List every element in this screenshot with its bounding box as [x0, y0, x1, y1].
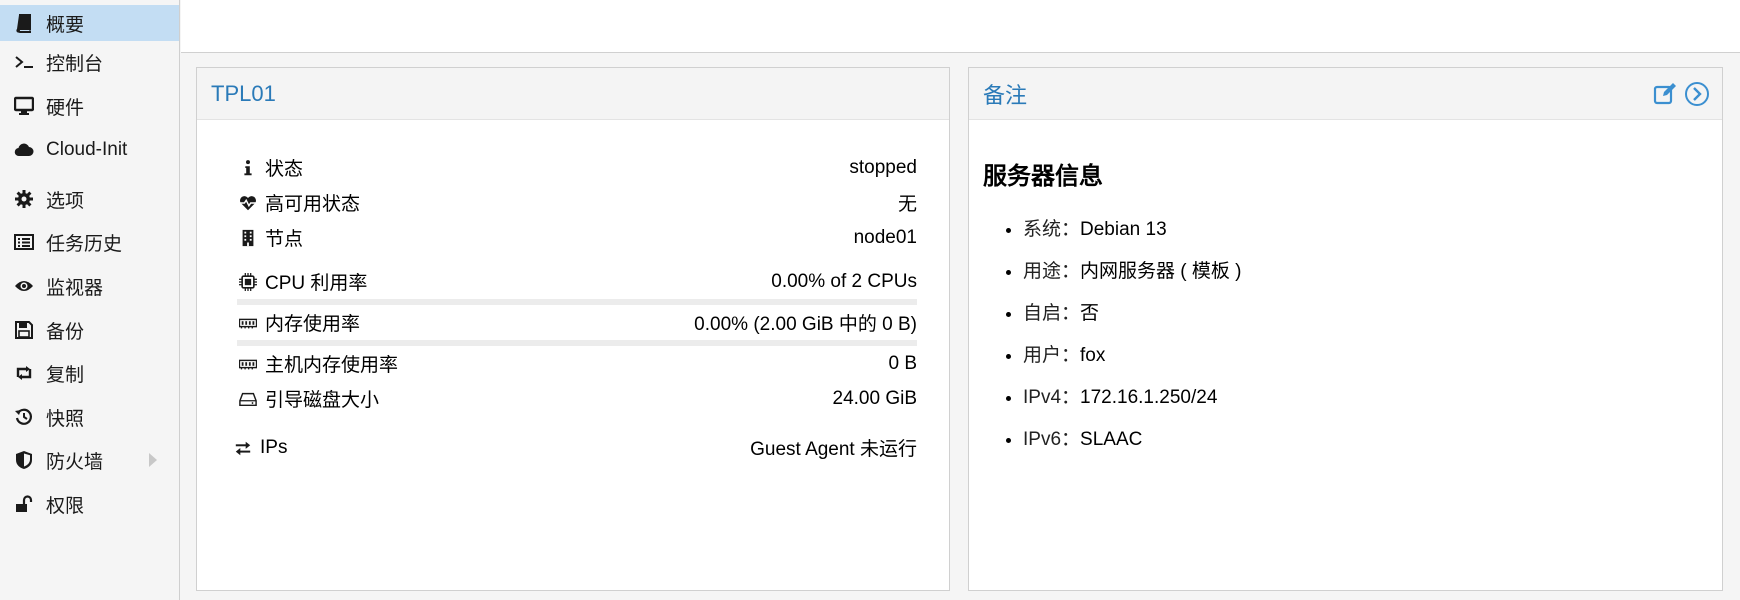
memory-value: 0.00% (2.00 GiB 中的 0 B): [694, 314, 917, 335]
status-row-cpu: CPU 利用率 0.00% of 2 CPUs: [237, 264, 917, 299]
hdd-icon: [237, 389, 259, 409]
notes-list: 系统：Debian 13 用途：内网服务器 ( 模板 ) 自启：否 用户：fox…: [983, 209, 1242, 461]
status-row-node: 节点 node01: [237, 220, 917, 255]
node-label: 节点: [265, 229, 304, 250]
list-item: 系统：Debian 13: [1023, 209, 1242, 251]
boot-disk-label: 引导磁盘大小: [265, 390, 380, 411]
floppy-icon: [12, 320, 36, 340]
sidebar-item-backup[interactable]: 备份: [0, 312, 179, 348]
sidebar: 概要 控制台 硬件 Cloud-Init 选项 任务历史 监视器 备份 复制 快…: [0, 0, 180, 600]
status-panel-header: TPL01: [197, 68, 949, 120]
notes-panel-title: 备注: [983, 82, 1028, 108]
sidebar-item-label: Cloud-Init: [46, 139, 128, 160]
gear-icon: [12, 189, 36, 209]
status-table: 状态 stopped 高可用状态 无 节点 node01 CPU 利用率 0.0…: [235, 150, 917, 465]
exchange-icon: [232, 438, 254, 458]
notes-panel-header: 备注: [969, 68, 1722, 120]
heartbeat-icon: [237, 193, 259, 213]
host-memory-label: 主机内存使用率: [265, 355, 399, 376]
notes-panel: 备注 服务器信息 系统：Debian 13 用途：内网服务器 ( 模板 ) 自启…: [968, 67, 1723, 591]
notes-heading: 服务器信息: [983, 163, 1103, 190]
main-content: TPL01 状态 stopped 高可用状态 无 节点 node01 CPU 利…: [181, 53, 1740, 600]
edit-icon[interactable]: [1652, 81, 1678, 107]
notes-content: 服务器信息 系统：Debian 13 用途：内网服务器 ( 模板 ) 自启：否 …: [983, 156, 1242, 461]
cloud-icon: [12, 140, 36, 160]
sidebar-item-cloudinit[interactable]: Cloud-Init: [0, 132, 179, 168]
sidebar-item-label: 选项: [46, 190, 85, 212]
ha-state-value: 无: [897, 194, 917, 215]
sidebar-item-label: 复制: [46, 364, 85, 386]
sidebar-item-permissions[interactable]: 权限: [0, 486, 179, 522]
status-value: stopped: [849, 156, 917, 178]
cpu-icon: [237, 272, 259, 292]
host-memory-value: 0 B: [888, 352, 917, 374]
ips-label: IPs: [260, 436, 288, 458]
status-row-state: 状态 stopped: [237, 150, 917, 185]
list-icon: [12, 232, 36, 252]
sidebar-item-snapshots[interactable]: 快照: [0, 399, 179, 435]
sidebar-item-label: 备份: [46, 321, 85, 343]
sidebar-item-label: 监视器: [46, 277, 104, 299]
sidebar-item-replication[interactable]: 复制: [0, 355, 179, 391]
sidebar-item-label: 任务历史: [46, 233, 123, 255]
shield-icon: [12, 450, 36, 470]
book-icon: [12, 13, 36, 33]
memory-icon: [237, 354, 259, 374]
chevron-right-circle-icon[interactable]: [1684, 81, 1710, 107]
info-icon: [237, 158, 259, 178]
history-icon: [12, 407, 36, 427]
list-item: IPv6：SLAAC: [1023, 419, 1242, 461]
sidebar-item-monitor[interactable]: 监视器: [0, 268, 179, 304]
submenu-arrow-icon[interactable]: [149, 453, 157, 467]
status-row-ips: IPs Guest Agent 未运行: [232, 430, 917, 465]
status-panel-title: TPL01: [211, 80, 276, 106]
list-item: 用户：fox: [1023, 335, 1242, 377]
retweet-icon: [12, 363, 36, 383]
ips-value: Guest Agent 未运行: [750, 439, 917, 460]
list-item: IPv4：172.16.1.250/24: [1023, 377, 1242, 419]
terminal-icon: [12, 52, 36, 72]
monitor-icon: [12, 96, 36, 116]
list-item: 用途：内网服务器 ( 模板 ): [1023, 251, 1242, 293]
ha-state-label: 高可用状态: [265, 194, 361, 215]
unlock-icon: [12, 494, 36, 514]
status-row-boot-disk: 引导磁盘大小 24.00 GiB: [237, 381, 917, 416]
sidebar-item-label: 控制台: [46, 53, 104, 75]
sidebar-item-label: 概要: [46, 14, 85, 36]
memory-icon: [237, 313, 259, 333]
list-item: 自启：否: [1023, 293, 1242, 335]
status-row-memory: 内存使用率 0.00% (2.00 GiB 中的 0 B): [237, 305, 917, 340]
building-icon: [237, 228, 259, 248]
sidebar-item-options[interactable]: 选项: [0, 181, 179, 217]
sidebar-item-console[interactable]: 控制台: [0, 44, 179, 80]
sidebar-item-label: 快照: [46, 408, 85, 430]
sidebar-item-label: 防火墙: [46, 451, 104, 473]
sidebar-item-firewall[interactable]: 防火墙: [0, 442, 179, 478]
sidebar-item-label: 权限: [46, 495, 85, 517]
sidebar-item-task-history[interactable]: 任务历史: [0, 224, 179, 260]
eye-icon: [12, 276, 36, 296]
sidebar-item-label: 硬件: [46, 97, 85, 119]
top-toolbar: [181, 0, 1740, 53]
node-value: node01: [853, 226, 917, 248]
status-label: 状态: [265, 159, 304, 180]
memory-label: 内存使用率: [265, 314, 361, 335]
cpu-value: 0.00% of 2 CPUs: [771, 270, 917, 292]
cpu-label: CPU 利用率: [265, 273, 368, 294]
status-panel: TPL01 状态 stopped 高可用状态 无 节点 node01 CPU 利…: [196, 67, 950, 591]
status-row-host-memory: 主机内存使用率 0 B: [237, 346, 917, 381]
sidebar-item-hardware[interactable]: 硬件: [0, 88, 179, 124]
sidebar-item-summary[interactable]: 概要: [0, 5, 179, 41]
status-row-ha: 高可用状态 无: [237, 185, 917, 220]
boot-disk-value: 24.00 GiB: [832, 387, 918, 409]
